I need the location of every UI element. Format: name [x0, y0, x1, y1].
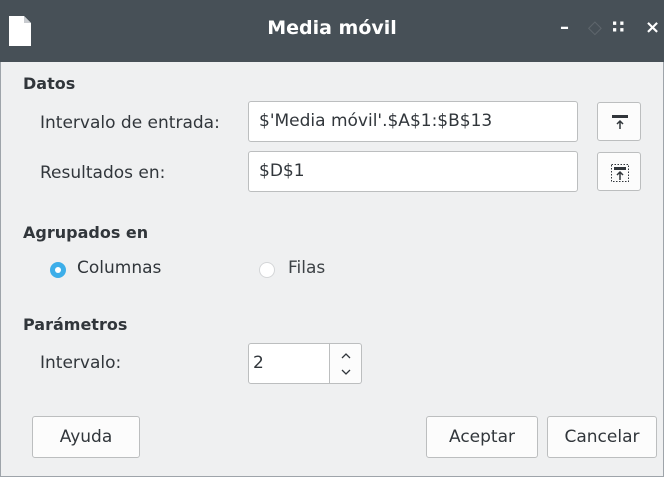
radio-columnas-label[interactable]: Columnas: [77, 258, 161, 278]
maximize-button[interactable]: ◇: [588, 16, 602, 40]
dialog-body: Datos Intervalo de entrada: $'Media móvi…: [0, 62, 664, 477]
close-button[interactable]: ×: [645, 16, 660, 40]
interval-label: Intervalo:: [40, 353, 122, 373]
interval-stepper[interactable]: [330, 343, 362, 384]
results-field[interactable]: $D$1: [248, 151, 578, 192]
results-label: Resultados en:: [40, 163, 166, 183]
results-shrink-button[interactable]: [597, 152, 641, 191]
radio-filas-label[interactable]: Filas: [288, 258, 325, 278]
window-titlebar[interactable]: Media móvil – ◇ ∷ ×: [0, 0, 664, 62]
chevron-up-icon[interactable]: [340, 350, 352, 362]
radio-columnas[interactable]: [50, 262, 66, 278]
section-agrupados: Agrupados en: [23, 223, 149, 242]
interval-spin-input[interactable]: 2: [248, 343, 330, 384]
cancel-button[interactable]: Cancelar: [547, 416, 657, 458]
section-parametros: Parámetros: [23, 315, 128, 334]
radio-filas[interactable]: [259, 262, 275, 278]
shrink-icon: [611, 164, 629, 182]
chevron-down-icon[interactable]: [340, 366, 352, 378]
shrink-icon: [612, 115, 628, 129]
grip-icon[interactable]: ∷: [612, 16, 625, 40]
minimize-button[interactable]: –: [560, 16, 569, 40]
input-range-field[interactable]: $'Media móvil'.$A$1:$B$13: [248, 101, 578, 142]
input-range-shrink-button[interactable]: [597, 102, 641, 141]
section-datos: Datos: [23, 74, 76, 93]
help-button[interactable]: Ayuda: [32, 416, 140, 458]
input-range-label: Intervalo de entrada:: [40, 113, 220, 133]
ok-button[interactable]: Aceptar: [426, 416, 538, 458]
